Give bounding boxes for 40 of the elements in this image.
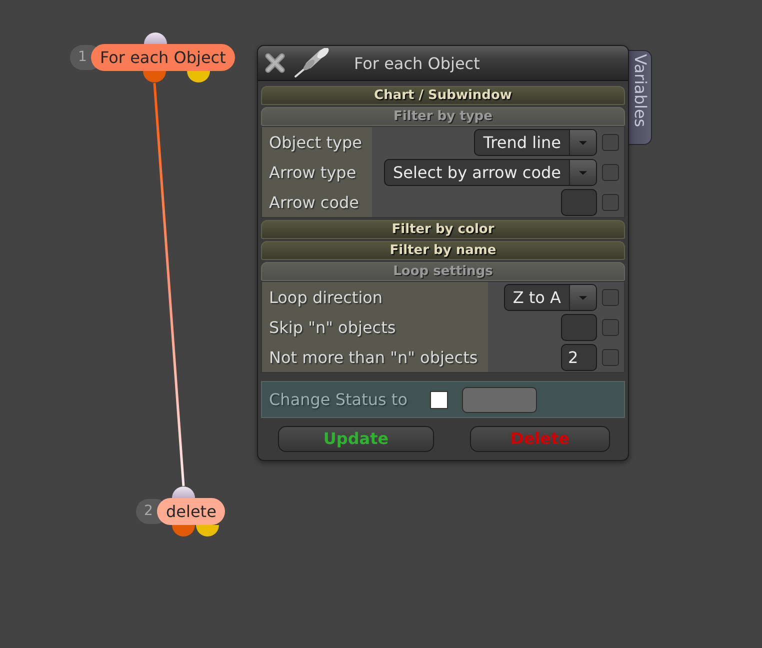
caret-icon: [569, 130, 596, 154]
input-field[interactable]: [561, 314, 597, 340]
dropdown[interactable]: Z to A: [504, 284, 597, 310]
field-label: Object type: [262, 127, 372, 157]
input-port-icon[interactable]: [172, 486, 195, 498]
input-field[interactable]: [561, 188, 597, 216]
dropdown[interactable]: Trend line: [474, 128, 597, 156]
output-port-icon[interactable]: [143, 71, 166, 83]
status-field[interactable]: [462, 386, 538, 412]
checkbox[interactable]: [602, 348, 619, 366]
window-title: For each Object: [354, 54, 480, 72]
field-label: Not more than "n" objects: [262, 342, 488, 372]
input-field[interactable]: 2: [561, 344, 597, 370]
checkbox[interactable]: [602, 134, 619, 150]
field-label: Arrow type: [262, 157, 372, 187]
caret-icon: [569, 284, 596, 310]
section-header[interactable]: Chart / Subwindow: [261, 86, 625, 105]
close-icon[interactable]: [264, 52, 286, 74]
node-label[interactable]: delete: [157, 498, 226, 525]
section-header[interactable]: Filter by name: [261, 241, 625, 260]
field-label: Arrow code: [262, 187, 372, 217]
checkbox[interactable]: [602, 164, 619, 180]
status-label: Change Status to: [269, 390, 408, 409]
update-button[interactable]: Update: [278, 426, 434, 452]
output-port-icon[interactable]: [172, 525, 195, 537]
field-label: Skip "n" objects: [262, 312, 488, 342]
pushpin-icon[interactable]: [294, 48, 330, 78]
output-port-icon[interactable]: [187, 71, 210, 83]
field-label: Loop direction: [262, 282, 488, 312]
status-checkbox[interactable]: [430, 390, 448, 408]
variables-tab[interactable]: Variables: [628, 50, 652, 145]
node-label[interactable]: For each Object: [91, 44, 235, 71]
caret-icon: [569, 160, 596, 184]
output-port-icon[interactable]: [196, 525, 219, 537]
input-port-icon[interactable]: [144, 32, 167, 44]
checkbox[interactable]: [602, 318, 619, 336]
checkbox[interactable]: [602, 288, 619, 306]
checkbox[interactable]: [602, 194, 619, 210]
dropdown[interactable]: Select by arrow code: [384, 158, 597, 186]
section-header[interactable]: Filter by color: [261, 220, 625, 239]
